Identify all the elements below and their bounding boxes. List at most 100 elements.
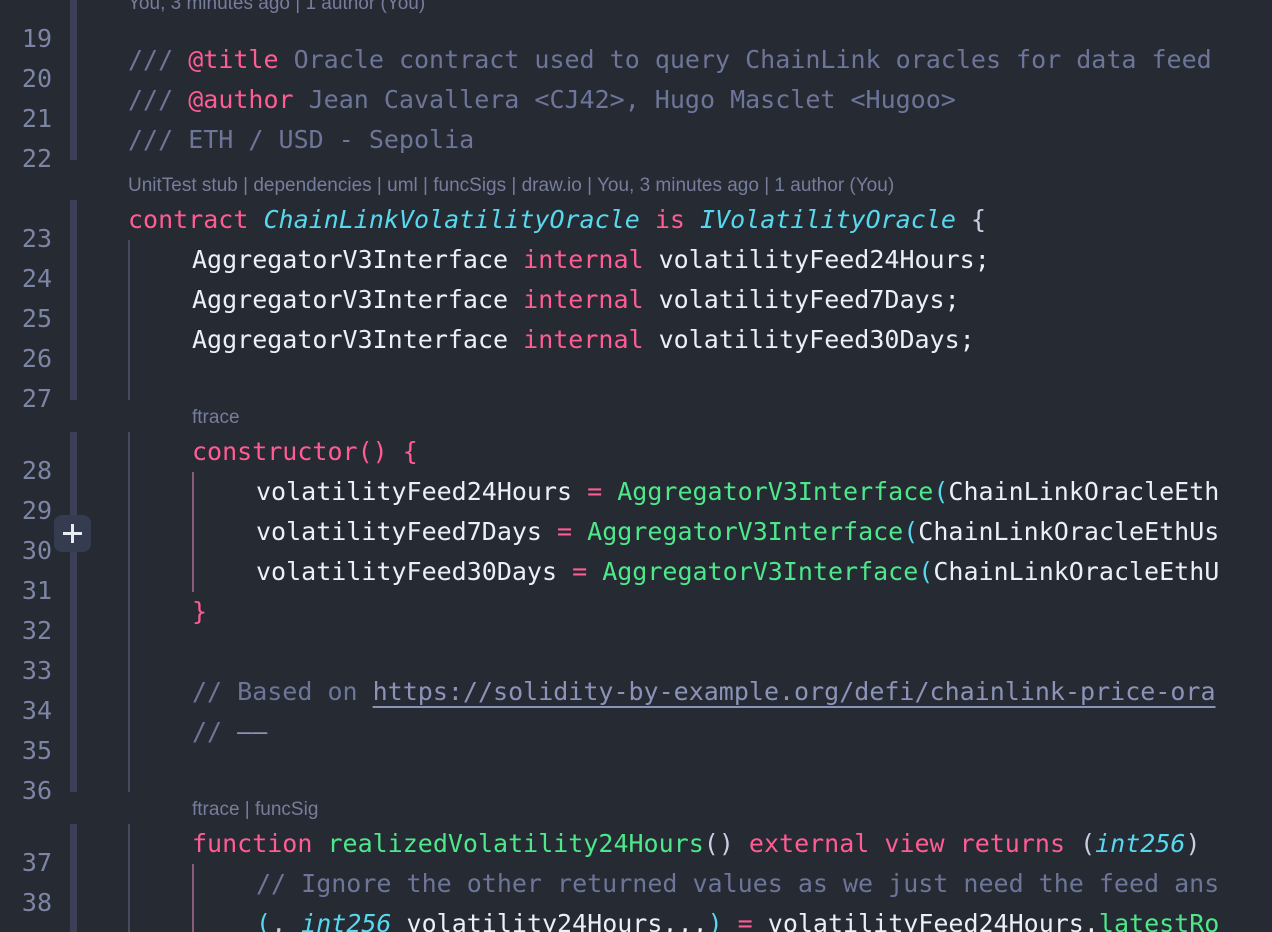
comment-dash: ——: [237, 717, 268, 746]
code-text-31[interactable]: volatilityFeed30Days = AggregatorV3Inter…: [256, 552, 1219, 592]
indent-guide: [128, 632, 130, 672]
argument-name: ChainLinkOracleEthUs: [918, 517, 1220, 546]
variable-name: volatilityFeed7Days;: [658, 285, 960, 314]
constructor-call: AggregatorV3Interface: [602, 477, 934, 506]
change-bar: [70, 360, 77, 400]
code-line-23[interactable]: 23 contract ChainLinkVolatilityOracle is…: [0, 200, 1272, 253]
code-line-20[interactable]: 20 /// @title Oracle contract used to qu…: [0, 40, 1272, 93]
change-bar: [70, 672, 77, 712]
doc-tag-author: @author: [188, 85, 294, 114]
variable-name: volatilityFeed30Days;: [658, 325, 975, 354]
indent-guide: [128, 824, 130, 864]
code-editor[interactable]: You, 3 minutes ago | 1 author (You) 19 2…: [0, 0, 1272, 932]
code-line-38[interactable]: 38 // Ignore the other returned values a…: [0, 864, 1272, 917]
code-text-22[interactable]: /// ETH / USD - Sepolia: [128, 120, 474, 160]
code-line-31[interactable]: 31 volatilityFeed30Days = AggregatorV3In…: [0, 552, 1272, 605]
code-line-26[interactable]: 26 AggregatorV3Interface internal volati…: [0, 320, 1272, 373]
code-line-36[interactable]: 36: [0, 752, 1272, 805]
type-int256: int256: [301, 909, 392, 932]
code-line-33[interactable]: 33: [0, 632, 1272, 685]
assign-operator: =: [587, 477, 603, 506]
code-text-35[interactable]: // ——: [192, 712, 267, 752]
code-line-24[interactable]: 24 AggregatorV3Interface internal volati…: [0, 240, 1272, 293]
code-line-22[interactable]: 22 /// ETH / USD - Sepolia: [0, 120, 1272, 173]
code-text-23[interactable]: contract ChainLinkVolatilityOracle is IV…: [128, 200, 986, 240]
indent-guide: [128, 712, 130, 752]
change-bar: [70, 240, 77, 280]
codelens-constructor[interactable]: ftrace: [192, 404, 240, 432]
change-bar: [70, 904, 77, 932]
variable-name: volatilityFeed30Days: [256, 557, 573, 586]
codelens-function[interactable]: ftrace | funcSig: [192, 796, 318, 824]
change-bar: [70, 40, 77, 80]
change-bar: [70, 864, 77, 904]
object-accessor: volatilityFeed24Hours.: [767, 909, 1099, 932]
change-bar: [70, 824, 77, 864]
doc-text: Oracle contract used to query ChainLink …: [278, 45, 1212, 74]
code-text-30[interactable]: volatilityFeed7Days = AggregatorV3Interf…: [256, 512, 1219, 552]
indent-guide-active: [192, 552, 194, 592]
open-paren: (: [918, 557, 934, 586]
code-text-32[interactable]: }: [192, 592, 207, 632]
line-number-22[interactable]: 22: [0, 139, 52, 179]
indent-guide: [128, 864, 130, 904]
codelens-contract[interactable]: UnitTest stub | dependencies | uml | fun…: [128, 172, 894, 200]
comment-url-link[interactable]: https://solidity-by-example.org/defi/cha…: [373, 677, 1216, 706]
code-line-19[interactable]: 19: [0, 0, 1272, 53]
interface-name: IVolatilityOracle: [700, 205, 956, 234]
code-text-38[interactable]: // Ignore the other returned values as w…: [256, 864, 1219, 904]
indent-guide: [128, 592, 130, 632]
open-brace: {: [970, 205, 987, 234]
code-line-28[interactable]: 28 constructor() {: [0, 432, 1272, 485]
indent-guide: [128, 904, 130, 932]
change-bar: [70, 80, 77, 120]
change-bar: [70, 592, 77, 632]
return-type: int256: [1095, 829, 1186, 858]
code-text-24[interactable]: AggregatorV3Interface internal volatilit…: [192, 240, 990, 280]
method-name: latestRo: [1098, 909, 1220, 932]
assign-operator: =: [572, 557, 588, 586]
indent-guide: [128, 752, 130, 792]
code-text-28[interactable]: constructor() {: [192, 432, 418, 472]
variable-name: volatilityFeed7Days: [256, 517, 558, 546]
code-line-25[interactable]: 25 AggregatorV3Interface internal volati…: [0, 280, 1272, 333]
line-number-27[interactable]: 27: [0, 379, 52, 419]
code-line-27[interactable]: 27: [0, 360, 1272, 413]
code-text-26[interactable]: AggregatorV3Interface internal volatilit…: [192, 320, 975, 360]
line-number-39[interactable]: 39: [0, 923, 52, 932]
open-paren: (: [903, 517, 919, 546]
change-bar: [70, 712, 77, 752]
code-line-30[interactable]: 30 volatilityFeed7Days = AggregatorV3Int…: [0, 512, 1272, 565]
variable-name: volatilityFeed24Hours: [256, 477, 588, 506]
code-line-39[interactable]: 39 (, int256 volatility24Hours,,,) = vol…: [0, 904, 1272, 932]
indent-guide: [128, 240, 130, 280]
code-text-21[interactable]: /// @author Jean Cavallera <CJ42>, Hugo …: [128, 80, 956, 120]
code-text-37[interactable]: function realizedVolatility24Hours() ext…: [192, 824, 1201, 864]
code-line-29[interactable]: 29 volatilityFeed24Hours = AggregatorV3I…: [0, 472, 1272, 525]
code-line-37[interactable]: 37 function realizedVolatility24Hours() …: [0, 824, 1272, 877]
plus-icon[interactable]: [54, 515, 91, 552]
indent-guide: [128, 432, 130, 472]
type-name: AggregatorV3Interface: [192, 325, 509, 354]
close-brace: }: [192, 597, 208, 626]
change-bar: [70, 0, 77, 40]
code-text-20[interactable]: /// @title Oracle contract used to query…: [128, 40, 1212, 80]
comment-text: // Based on: [192, 677, 373, 706]
code-line-34[interactable]: 34 // Based on https://solidity-by-examp…: [0, 672, 1272, 725]
code-text-25[interactable]: AggregatorV3Interface internal volatilit…: [192, 280, 960, 320]
assign-operator: =: [557, 517, 573, 546]
code-text-34[interactable]: // Based on https://solidity-by-example.…: [192, 672, 1216, 712]
line-number-36[interactable]: 36: [0, 771, 52, 811]
code-line-21[interactable]: 21 /// @author Jean Cavallera <CJ42>, Hu…: [0, 80, 1272, 133]
code-text-29[interactable]: volatilityFeed24Hours = AggregatorV3Inte…: [256, 472, 1219, 512]
code-text-39[interactable]: (, int256 volatility24Hours,,,) = volati…: [256, 904, 1219, 932]
code-line-35[interactable]: 35 // ——: [0, 712, 1272, 765]
keyword-internal: internal: [523, 285, 644, 314]
keyword-constructor: constructor() {: [192, 437, 418, 466]
indent-guide: [128, 552, 130, 592]
code-line-32[interactable]: 32 }: [0, 592, 1272, 645]
